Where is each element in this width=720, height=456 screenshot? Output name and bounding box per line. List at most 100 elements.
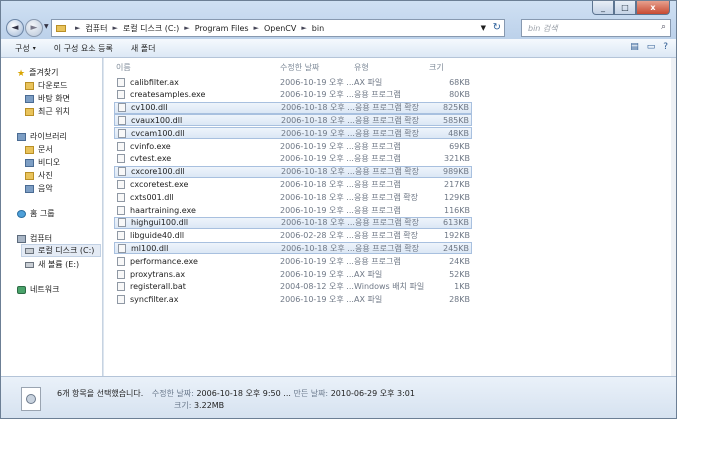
file-row[interactable]: highgui100.dll 2006-10-18 오후 ... 응용 프로그램 확…: [114, 216, 472, 229]
sidebar-item-documents[interactable]: 문서: [25, 144, 53, 155]
file-type: 응용 프로그램 확장: [355, 218, 419, 228]
close-button[interactable]: x: [636, 1, 670, 15]
file-name: registerall.bat: [130, 282, 186, 292]
documents-icon: [25, 145, 34, 154]
file-type: 응용 프로그램 확장: [355, 243, 419, 253]
sidebar-item-downloads[interactable]: 다운로드: [25, 80, 67, 91]
file-type: 응용 프로그램: [354, 205, 401, 215]
file-date: 2006-10-18 오후 ...: [280, 192, 354, 202]
file-icon: [118, 243, 126, 253]
refresh-icon[interactable]: ↻: [493, 22, 501, 33]
file-row[interactable]: cxts001.dll 2006-10-18 오후 ... 응용 프로그램 확장 12…: [114, 191, 472, 203]
view-options-icon[interactable]: ▤: [630, 42, 639, 52]
sidebar-item-favorites[interactable]: ★ 즐겨찾기: [17, 67, 59, 79]
file-date: 2006-10-18 오후 ...: [280, 179, 354, 189]
search-input[interactable]: bin 검색 ⌕: [521, 19, 671, 37]
preview-pane-icon[interactable]: ▭: [647, 42, 656, 52]
forward-button[interactable]: ►: [25, 19, 43, 37]
column-header-size[interactable]: 크기: [429, 62, 444, 73]
breadcrumb-opencv[interactable]: OpenCV: [264, 24, 296, 33]
modified-value: 2006-10-18 오후 9:50 ...: [196, 389, 291, 398]
sidebar-item-recent[interactable]: 최근 위치: [25, 106, 70, 117]
breadcrumb-computer[interactable]: 컴퓨터: [85, 23, 107, 34]
command-bar: 구성 ▾ 이 구성 요소 등록 새 폴더 ▤ ▭ ?: [1, 39, 676, 58]
sidebar-item-desktop[interactable]: 바탕 화면: [25, 93, 70, 104]
file-row[interactable]: registerall.bat 2004-08-12 오후 ... Windows …: [114, 281, 472, 293]
file-date: 2006-10-19 오후 ...: [280, 154, 354, 164]
file-type: 응용 프로그램: [354, 90, 401, 100]
column-header-type[interactable]: 유형: [354, 62, 369, 73]
file-name: haartraining.exe: [130, 205, 196, 215]
sidebar-item-videos[interactable]: 비디오: [25, 157, 60, 168]
address-dropdown-icon[interactable]: ▼: [481, 24, 486, 32]
created-value: 2010-06-29 오후 3:01: [330, 389, 415, 398]
file-type: 응용 프로그램: [354, 179, 401, 189]
file-row[interactable]: performance.exe 2006-10-19 오후 ... 응용 프로그램 2…: [114, 255, 472, 267]
chevron-right-icon: ►: [301, 24, 307, 32]
file-icon: [118, 167, 126, 177]
file-row[interactable]: cvtest.exe 2006-10-19 오후 ... 응용 프로그램 321KB: [114, 153, 472, 165]
sidebar-item-new-volume[interactable]: 새 볼륨 (E:): [25, 259, 79, 270]
file-name: cxts001.dll: [130, 192, 174, 202]
file-type: 응용 프로그램 확장: [355, 128, 419, 138]
window-controls: _ □ x: [592, 1, 670, 15]
breadcrumb-bin[interactable]: bin: [312, 24, 324, 33]
file-size: 28KB: [449, 295, 470, 305]
address-bar[interactable]: ► 컴퓨터 ► 로컬 디스크 (C:) ► Program Files ► Op…: [51, 19, 505, 37]
recent-pages-dropdown[interactable]: ▼: [44, 23, 49, 30]
vertical-scrollbar[interactable]: [671, 58, 676, 376]
file-row[interactable]: cxcoretest.exe 2006-10-18 오후 ... 응용 프로그램 21…: [114, 178, 472, 190]
size-value: 3.22MB: [193, 401, 225, 410]
file-size: 68KB: [449, 77, 470, 87]
file-row[interactable]: cvinfo.exe 2006-10-19 오후 ... 응용 프로그램 69KB: [114, 140, 472, 152]
file-row[interactable]: cvaux100.dll 2006-10-18 오후 ... 응용 프로그램 확장 5…: [114, 114, 472, 127]
column-header-date[interactable]: 수정한 날짜: [280, 62, 319, 73]
help-icon[interactable]: ?: [663, 42, 668, 52]
sidebar-item-computer[interactable]: 컴퓨터: [17, 233, 52, 244]
file-row[interactable]: calibfilter.ax 2006-10-19 오후 ... AX 파일 68KB: [114, 76, 472, 88]
sidebar-item-libraries[interactable]: 라이브러리: [17, 131, 67, 142]
file-row[interactable]: ml100.dll 2006-10-18 오후 ... 응용 프로그램 확장 245K…: [114, 242, 472, 255]
file-size: 69KB: [449, 141, 470, 151]
file-row[interactable]: libguide40.dll 2006-02-28 오후 ... 응용 프로그램 확…: [114, 230, 472, 242]
register-label: 이 구성 요소 등록: [53, 43, 113, 53]
file-name: cvcam100.dll: [131, 128, 185, 138]
file-row[interactable]: proxytrans.ax 2006-10-19 오후 ... AX 파일 52KB: [114, 268, 472, 280]
breadcrumb-local-disk[interactable]: 로컬 디스크 (C:): [123, 23, 179, 34]
chevron-right-icon: ►: [184, 24, 190, 32]
sidebar-item-local-disk[interactable]: 로컬 디스크 (C:): [21, 244, 101, 257]
file-date: 2004-08-12 오후 ...: [280, 282, 354, 292]
file-size: 116KB: [443, 205, 470, 215]
file-row[interactable]: createsamples.exe 2006-10-19 오후 ... 응용 프로그…: [114, 89, 472, 101]
file-date: 2006-10-19 오후 ...: [280, 90, 354, 100]
search-icon[interactable]: ⌕: [661, 22, 666, 32]
file-row[interactable]: cxcore100.dll 2006-10-18 오후 ... 응용 프로그램 확장…: [114, 165, 472, 178]
sidebar-item-music[interactable]: 음악: [25, 183, 53, 194]
computer-icon: [17, 234, 26, 243]
file-type: AX 파일: [354, 77, 383, 87]
file-icon: [117, 269, 125, 279]
sidebar-item-homegroup[interactable]: 홈 그룹: [17, 208, 55, 219]
file-row[interactable]: cvcam100.dll 2006-10-19 오후 ... 응용 프로그램 확장 4…: [114, 127, 472, 140]
file-icon: [117, 154, 125, 164]
organize-button[interactable]: 구성 ▾: [15, 43, 36, 54]
file-type: 응용 프로그램: [354, 256, 401, 266]
breadcrumb-program-files[interactable]: Program Files: [195, 24, 249, 33]
file-row[interactable]: cv100.dll 2006-10-18 오후 ... 응용 프로그램 확장 825K…: [114, 101, 472, 114]
downloads-folder-icon: [25, 81, 34, 90]
back-button[interactable]: ◄: [6, 19, 24, 37]
sidebar-item-network[interactable]: 네트워크: [17, 284, 59, 295]
chevron-right-icon: ►: [253, 24, 259, 32]
new-folder-button[interactable]: 새 폴더: [131, 43, 156, 54]
register-button[interactable]: 이 구성 요소 등록: [54, 43, 113, 54]
file-size: 1KB: [454, 282, 470, 292]
sidebar-item-pictures[interactable]: 사진: [25, 170, 53, 181]
file-row[interactable]: haartraining.exe 2006-10-19 오후 ... 응용 프로그램…: [114, 204, 472, 216]
file-date: 2006-10-19 오후 ...: [280, 256, 354, 266]
sidebar-label: 로컬 디스크 (C:): [38, 246, 95, 255]
drive-icon: [25, 261, 34, 268]
maximize-button[interactable]: □: [614, 1, 636, 15]
column-header-name[interactable]: 이름: [116, 62, 131, 73]
minimize-button[interactable]: _: [592, 1, 614, 15]
file-row[interactable]: syncfilter.ax 2006-10-19 오후 ... AX 파일 28KB: [114, 294, 472, 306]
